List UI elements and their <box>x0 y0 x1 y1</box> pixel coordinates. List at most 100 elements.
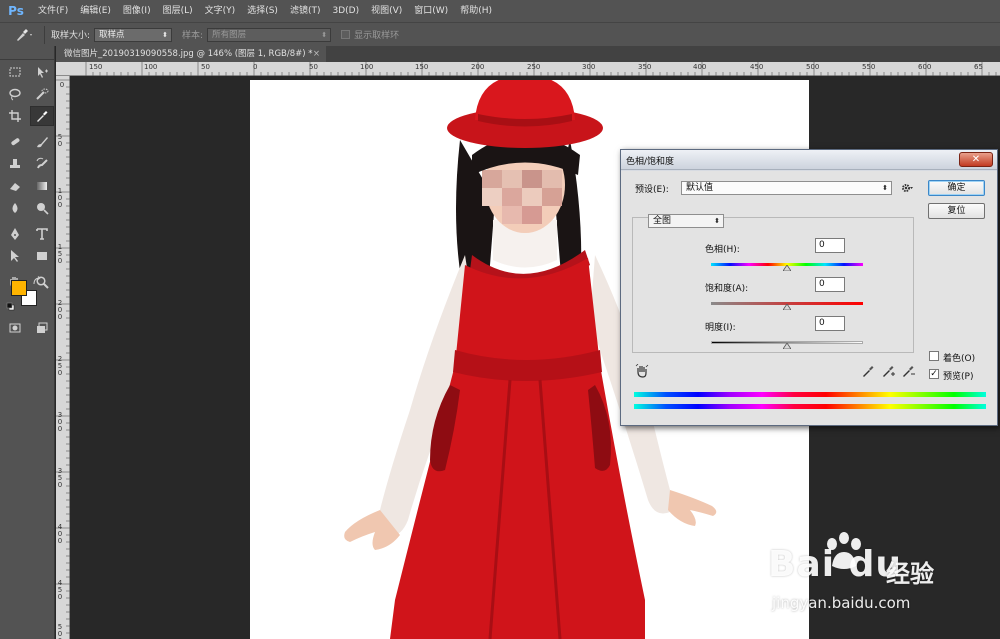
vertical-ruler: 0 5 0 1 0 0 1 5 0 2 0 0 2 5 0 3 0 0 3 5 … <box>56 76 70 639</box>
hue-spectrum-bottom <box>634 404 986 409</box>
sample-value: 所有图层 <box>212 29 247 40</box>
document-tab[interactable]: 微信图片_20190319090558.jpg @ 146% (图层 1, RG… <box>56 46 326 62</box>
sample-label: 样本: <box>182 31 204 41</box>
watermark-text: 经验 <box>886 560 934 588</box>
document-tab-bar: 微信图片_20190319090558.jpg @ 146% (图层 1, RG… <box>56 46 1000 62</box>
color-swatches <box>6 276 46 312</box>
menu-select[interactable]: 选择(S) <box>241 0 284 22</box>
brush-tool[interactable] <box>30 132 54 152</box>
ruler-label: 4 0 0 <box>57 523 63 545</box>
colorize-checkbox[interactable] <box>929 351 939 361</box>
lightness-input[interactable]: 0 <box>815 316 845 331</box>
saturation-input[interactable]: 0 <box>815 277 845 292</box>
horizontal-ruler: 150 100 50 0 50 100 150 200 250 300 350 … <box>56 62 1000 76</box>
ok-button[interactable]: 确定 <box>928 180 985 196</box>
sample-size-label: 取样大小: <box>51 31 91 41</box>
menu-image[interactable]: 图像(I) <box>117 0 157 22</box>
ruler-label: 5 0 0 <box>57 623 63 639</box>
gradient-icon <box>37 182 47 190</box>
ruler-label: 200 <box>471 63 485 71</box>
adjustment-group: 全图 ⬍ 色相(H): 0 饱和度(A): 0 明度(I): 0 <box>632 214 914 353</box>
close-icon[interactable]: × <box>313 46 320 62</box>
marquee-tool[interactable] <box>3 62 27 82</box>
lasso-tool[interactable] <box>3 84 27 104</box>
ruler-label: 65 <box>974 63 983 71</box>
menu-filter[interactable]: 滤镜(T) <box>284 0 327 22</box>
rectangle-icon <box>37 252 47 260</box>
panel-grip[interactable] <box>0 46 54 60</box>
eyedropper-plus-icon[interactable] <box>881 364 895 378</box>
menu-layer[interactable]: 图层(L) <box>157 0 199 22</box>
checkmark-icon: ✓ <box>930 369 938 379</box>
ruler-label: 550 <box>862 63 876 71</box>
crop-icon <box>9 110 21 122</box>
gradient-tool[interactable] <box>30 176 54 196</box>
reset-button[interactable]: 复位 <box>928 203 985 219</box>
hue-input[interactable]: 0 <box>815 238 845 253</box>
pen-icon <box>11 228 19 240</box>
eyedropper-icon[interactable] <box>861 364 875 378</box>
menu-3d[interactable]: 3D(D) <box>326 0 365 22</box>
healing-brush-tool[interactable] <box>3 132 27 152</box>
menu-file[interactable]: 文件(F) <box>32 0 74 22</box>
menu-view[interactable]: 视图(V) <box>365 0 408 22</box>
show-ring-label: 显示取样环 <box>354 31 400 41</box>
menu-window[interactable]: 窗口(W) <box>408 0 454 22</box>
quick-mask-tool[interactable] <box>3 318 27 338</box>
ruler-label: 50 <box>201 63 210 71</box>
eyedropper-tool[interactable] <box>30 106 54 126</box>
crop-tool[interactable] <box>3 106 27 126</box>
foreground-color-swatch[interactable] <box>11 280 27 296</box>
options-separator <box>44 25 45 44</box>
menu-type[interactable]: 文字(Y) <box>199 0 242 22</box>
saturation-slider-thumb[interactable] <box>783 304 791 310</box>
preset-label: 预设(E): <box>635 185 669 195</box>
hue-label: 色相(H): <box>705 245 740 255</box>
eraser-tool[interactable] <box>3 176 27 196</box>
tools-panel <box>0 46 55 639</box>
hue-slider-thumb[interactable] <box>783 265 791 271</box>
dialog-body: 预设(E): 默认值 ⬍ 确定 复位 全图 ⬍ 色相(H): 0 饱和度(A):… <box>621 171 997 425</box>
dodge-tool[interactable] <box>30 198 54 218</box>
quick-selection-tool[interactable] <box>30 84 54 104</box>
ruler-label: 0 <box>253 63 258 71</box>
ruler-label: 3 0 0 <box>57 411 63 433</box>
history-brush-icon <box>36 157 48 169</box>
sample-size-select[interactable]: 取样点 ⬍ <box>94 27 173 42</box>
swap-colors-icon[interactable] <box>32 276 42 286</box>
rectangle-tool[interactable] <box>30 246 54 266</box>
preset-value: 默认值 <box>686 183 714 193</box>
colorize-label: 着色(O) <box>943 354 976 364</box>
chevron-updown-icon: ⬍ <box>321 30 328 39</box>
gear-icon[interactable] <box>900 181 914 195</box>
default-colors-icon[interactable] <box>6 302 16 312</box>
preview-checkbox[interactable]: ✓ <box>929 369 939 379</box>
path-selection-tool[interactable] <box>3 246 27 266</box>
blur-tool[interactable] <box>3 198 27 218</box>
type-tool[interactable] <box>30 224 54 244</box>
on-image-adjust-icon[interactable] <box>635 364 649 378</box>
tool-preset-picker[interactable] <box>10 25 38 45</box>
eyedropper-icon <box>37 111 48 122</box>
close-icon: ✕ <box>971 154 981 165</box>
type-icon <box>36 228 48 240</box>
menu-edit[interactable]: 编辑(E) <box>74 0 117 22</box>
pen-tool[interactable] <box>3 224 27 244</box>
sample-size-value: 取样点 <box>99 29 125 40</box>
ruler-label: 150 <box>89 63 103 71</box>
drop-icon <box>12 203 18 213</box>
show-ring-checkbox[interactable] <box>341 30 351 39</box>
lightness-slider-thumb[interactable] <box>783 343 791 349</box>
history-brush-tool[interactable] <box>30 154 54 174</box>
move-tool[interactable] <box>30 62 54 82</box>
clone-stamp-tool[interactable] <box>3 154 27 174</box>
menu-help[interactable]: 帮助(H) <box>454 0 498 22</box>
preset-select[interactable]: 默认值 ⬍ <box>681 181 892 195</box>
dialog-titlebar[interactable]: 色相/饱和度 ✕ <box>621 150 997 170</box>
screen-mode-tool[interactable] <box>30 318 54 338</box>
close-button[interactable]: ✕ <box>959 152 993 167</box>
ruler-label: 100 <box>360 63 374 71</box>
channel-select[interactable]: 全图 ⬍ <box>648 214 724 228</box>
eyedropper-minus-icon[interactable] <box>901 364 915 378</box>
sample-select[interactable]: 所有图层 ⬍ <box>207 27 332 42</box>
